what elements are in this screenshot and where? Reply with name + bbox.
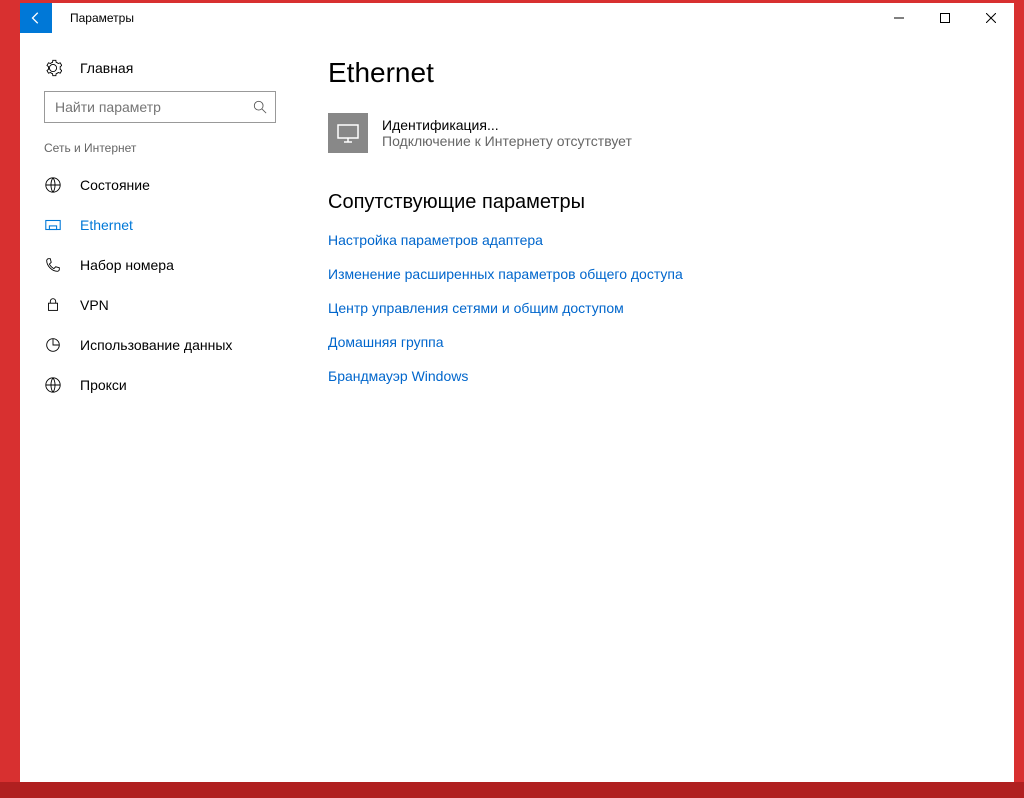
vpn-icon: [44, 296, 62, 314]
maximize-button[interactable]: [922, 3, 968, 33]
ethernet-icon: [44, 216, 62, 234]
link-network-sharing-center[interactable]: Центр управления сетями и общим доступом: [328, 300, 974, 316]
link-windows-firewall[interactable]: Брандмауэр Windows: [328, 368, 974, 384]
nav-item-vpn[interactable]: VPN: [20, 285, 300, 325]
back-button[interactable]: [20, 3, 52, 33]
connection-status: Подключение к Интернету отсутствует: [382, 133, 632, 149]
window-controls: [876, 3, 1014, 33]
nav-item-status[interactable]: Состояние: [20, 165, 300, 205]
connection-item[interactable]: Идентификация... Подключение к Интернету…: [328, 113, 974, 153]
phone-icon: [44, 256, 62, 274]
status-icon: [44, 176, 62, 194]
sidebar: Главная Сеть и Интернет Состояние: [20, 33, 300, 782]
main-content: Ethernet Идентификация... Подключение к …: [300, 33, 1014, 782]
minimize-icon: [894, 13, 904, 23]
connection-text: Идентификация... Подключение к Интернету…: [382, 117, 632, 149]
search-box[interactable]: [44, 91, 276, 123]
nav-label: Прокси: [80, 377, 127, 393]
connection-name: Идентификация...: [382, 117, 632, 133]
gear-icon: [44, 59, 62, 77]
settings-window: Параметры Главная: [20, 3, 1014, 782]
arrow-left-icon: [29, 11, 43, 25]
nav-label: VPN: [80, 297, 109, 313]
link-advanced-sharing[interactable]: Изменение расширенных параметров общего …: [328, 266, 974, 282]
nav-list: Состояние Ethernet Набор номера VPN Испо…: [20, 165, 300, 405]
search-input[interactable]: [45, 92, 275, 122]
link-adapter-options[interactable]: Настройка параметров адаптера: [328, 232, 974, 248]
search-icon: [253, 100, 267, 114]
nav-label: Состояние: [80, 177, 150, 193]
nav-item-data-usage[interactable]: Использование данных: [20, 325, 300, 365]
close-icon: [986, 13, 996, 23]
data-usage-icon: [44, 336, 62, 354]
link-homegroup[interactable]: Домашняя группа: [328, 334, 974, 350]
nav-item-dialup[interactable]: Набор номера: [20, 245, 300, 285]
nav-label: Использование данных: [80, 337, 232, 353]
maximize-icon: [940, 13, 950, 23]
window-title: Параметры: [52, 3, 134, 33]
window-body: Главная Сеть и Интернет Состояние: [20, 33, 1014, 782]
nav-label: Ethernet: [80, 217, 133, 233]
category-label: Сеть и Интернет: [20, 141, 300, 165]
close-button[interactable]: [968, 3, 1014, 33]
related-section-title: Сопутствующие параметры: [328, 191, 974, 214]
taskbar-fragment: [0, 782, 1024, 798]
proxy-icon: [44, 376, 62, 394]
monitor-icon: [328, 113, 368, 153]
home-label: Главная: [80, 60, 133, 76]
nav-item-ethernet[interactable]: Ethernet: [20, 205, 300, 245]
desktop-left-edge: [0, 0, 20, 798]
home-button[interactable]: Главная: [20, 51, 300, 91]
minimize-button[interactable]: [876, 3, 922, 33]
page-title: Ethernet: [328, 57, 974, 89]
nav-label: Набор номера: [80, 257, 174, 273]
search-container: [20, 91, 300, 141]
titlebar: Параметры: [20, 3, 1014, 33]
nav-item-proxy[interactable]: Прокси: [20, 365, 300, 405]
